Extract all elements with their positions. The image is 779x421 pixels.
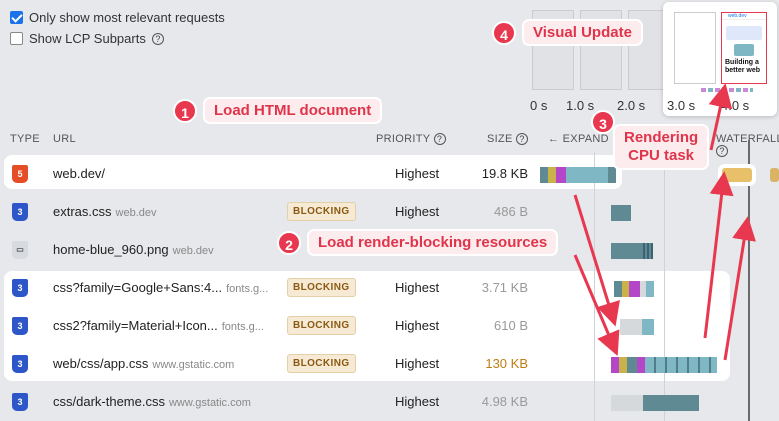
arrow-to-cpu-task xyxy=(703,171,734,339)
arrow-to-visual-update xyxy=(708,83,733,151)
callout-2: 2 Load render-blocking resources xyxy=(277,229,559,256)
annotation-arrows xyxy=(573,83,756,361)
arrow-to-lcp-line xyxy=(723,216,756,361)
callout-1: 1 Load HTML document xyxy=(173,97,383,124)
callout-3: 3 Rendering CPU task xyxy=(591,110,710,170)
callout-4: 4 Visual Update xyxy=(492,19,643,46)
